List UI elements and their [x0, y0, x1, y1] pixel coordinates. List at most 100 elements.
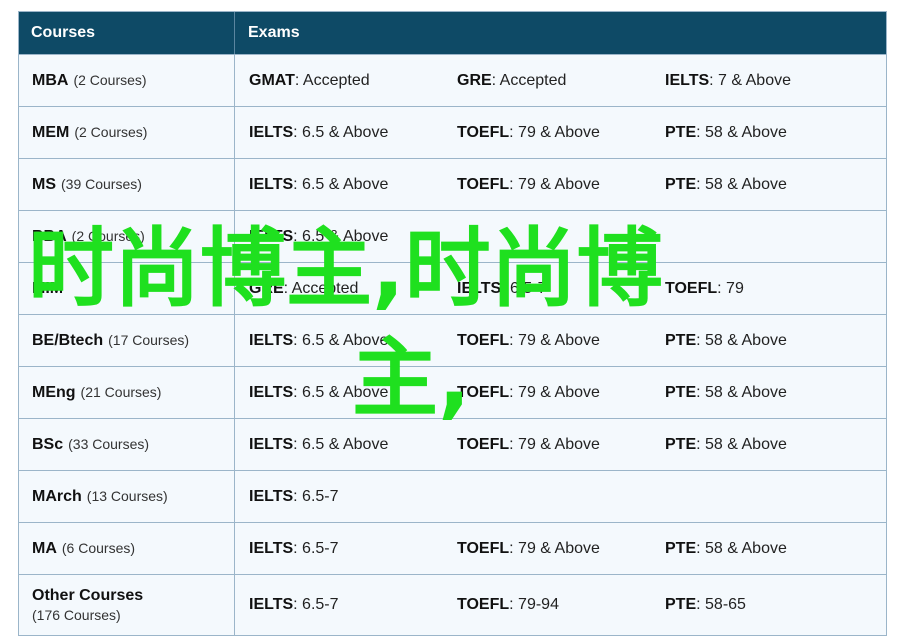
table-row: MEM (2 Courses) IELTS: 6.5 & Above TOEFL: 7… [19, 106, 886, 158]
exams-cell: IELTS: 6.5-7 [235, 471, 886, 522]
course-name[interactable]: BSc [32, 436, 63, 453]
exam-requirement: TOEFL: 79 & Above [457, 384, 665, 402]
exam-name: IELTS [665, 71, 710, 89]
course-name[interactable]: MIM [32, 280, 63, 297]
exam-name: IELTS [249, 487, 294, 505]
exam-requirement: GRE: Accepted [457, 72, 665, 90]
course-name[interactable]: MArch [32, 488, 82, 505]
exam-score: : 58 & Above [696, 175, 787, 193]
exam-requirement: IELTS: 6.5 & Above [249, 228, 457, 246]
course-count: (33 Courses) [68, 435, 150, 452]
table-row: Other Courses (176 Courses) IELTS: 6.5-7 TO… [19, 574, 886, 635]
exam-name: PTE [665, 175, 697, 193]
exams-cell: GMAT: Accepted GRE: Accepted IELTS: 7 & Ab… [235, 55, 886, 106]
exam-score: : 6.5 & Above [293, 227, 389, 245]
exam-score: : 58 & Above [696, 123, 787, 141]
table-row: MBA (2 Courses) GMAT: Accepted GRE: Accepte… [19, 54, 886, 106]
exam-score: : 6.5-7 [293, 596, 339, 613]
course-count: (2 Courses) [71, 227, 145, 244]
course-cell: MA (6 Courses) [19, 523, 235, 574]
table-row: BBA (2 Courses) IELTS: 6.5 & Above [19, 210, 886, 262]
exam-requirement: IELTS: 6.5-7 [249, 488, 457, 506]
exam-requirement: PTE: 58 & Above [665, 124, 873, 142]
exam-requirement: IELTS: 6.5-7 [249, 540, 457, 558]
course-cell: MArch (13 Courses) [19, 471, 235, 522]
exam-score: : 7 & Above [709, 71, 791, 89]
exam-score: : 58-65 [696, 596, 746, 613]
exams-cell: IELTS: 6.5-7 TOEFL: 79-94 PTE: 58-65 [235, 575, 886, 635]
exam-requirement: TOEFL: 79 [665, 280, 873, 298]
exam-score: : 6.5-7 [501, 279, 547, 297]
exam-requirement: PTE: 58 & Above [665, 176, 873, 194]
course-name[interactable]: Other Courses [32, 587, 143, 604]
exam-requirement: PTE: 58 & Above [665, 384, 873, 402]
exam-name: PTE [665, 383, 697, 401]
course-count: (2 Courses) [74, 123, 148, 140]
course-name[interactable]: BE/Btech [32, 332, 103, 349]
exam-name: IELTS [249, 596, 294, 613]
exam-score: : 79 [717, 279, 744, 297]
exam-requirement: GMAT: Accepted [249, 72, 457, 90]
exam-score: : 6.5 & Above [293, 123, 389, 141]
exam-score: : 79 & Above [509, 331, 600, 349]
table-body: MBA (2 Courses) GMAT: Accepted GRE: Accepte… [19, 54, 886, 635]
course-cell: MBA (2 Courses) [19, 55, 235, 106]
course-count: (13 Courses) [86, 487, 168, 504]
course-name[interactable]: MS [32, 176, 56, 193]
exams-cell: IELTS: 6.5 & Above TOEFL: 79 & Above PTE: … [235, 315, 886, 366]
course-count: (2 Courses) [73, 71, 147, 88]
exam-name: PTE [665, 123, 697, 141]
exam-score: : 6.5-7 [293, 487, 339, 505]
course-count: (39 Courses) [61, 175, 142, 192]
exam-score: : 6.5-7 [293, 539, 339, 557]
exam-name: PTE [665, 596, 697, 613]
exam-score: : 79 & Above [509, 383, 600, 401]
table-row: BE/Btech (17 Courses) IELTS: 6.5 & Above TO… [19, 314, 886, 366]
course-cell: MEM (2 Courses) [19, 107, 235, 158]
exam-name: TOEFL [457, 383, 510, 401]
course-cell: BE/Btech (17 Courses) [19, 315, 235, 366]
exam-requirement: IELTS: 6.5-7 [249, 596, 457, 614]
exam-name: GMAT [249, 71, 295, 89]
course-name[interactable]: MBA [32, 72, 68, 89]
course-name[interactable]: MA [32, 540, 57, 557]
exam-name: TOEFL [457, 123, 510, 141]
exam-name: IELTS [249, 175, 294, 193]
exam-score: : 79 & Above [509, 175, 600, 193]
course-cell: Other Courses (176 Courses) [19, 575, 235, 635]
course-name[interactable]: BBA [32, 228, 67, 245]
exam-name: IELTS [249, 123, 294, 141]
exam-score: : 58 & Above [696, 435, 787, 453]
table-row: MArch (13 Courses) IELTS: 6.5-7 [19, 470, 886, 522]
exam-score: : 79 & Above [509, 539, 600, 557]
exam-requirement: TOEFL: 79 & Above [457, 124, 665, 142]
exams-cell: IELTS: 6.5 & Above TOEFL: 79 & Above PTE: … [235, 107, 886, 158]
exams-cell: IELTS: 6.5 & Above TOEFL: 79 & Above PTE: … [235, 419, 886, 470]
exam-requirement: PTE: 58 & Above [665, 332, 873, 350]
exam-name: TOEFL [457, 596, 510, 613]
exam-requirement: TOEFL: 79 & Above [457, 176, 665, 194]
exam-requirement: GRE: Accepted [249, 280, 457, 298]
exam-name: TOEFL [457, 175, 510, 193]
course-cell: MIM [19, 263, 235, 314]
exam-requirement: TOEFL: 79 & Above [457, 332, 665, 350]
exam-requirement: TOEFL: 79 & Above [457, 540, 665, 558]
exam-requirement: IELTS: 6.5 & Above [249, 332, 457, 350]
exam-name: IELTS [249, 227, 294, 245]
exam-requirement: IELTS: 6.5 & Above [249, 384, 457, 402]
exam-score: : 6.5 & Above [293, 383, 389, 401]
exams-cell: IELTS: 6.5 & Above TOEFL: 79 & Above PTE: … [235, 367, 886, 418]
exam-score: : Accepted [294, 71, 370, 89]
exam-score: : 6.5 & Above [293, 331, 389, 349]
exam-requirement: IELTS: 7 & Above [665, 72, 873, 90]
course-exam-table: Courses Exams MBA (2 Courses) GMAT: Accept… [18, 11, 887, 636]
exam-name: TOEFL [457, 435, 510, 453]
course-count: (17 Courses) [108, 331, 190, 348]
course-name[interactable]: MEng [32, 384, 76, 401]
exam-name: IELTS [249, 435, 294, 453]
exam-name: PTE [665, 539, 697, 557]
exams-cell: GRE: Accepted IELTS: 6.5-7 TOEFL: 79 [235, 263, 886, 314]
course-name[interactable]: MEM [32, 124, 69, 141]
exam-score: : 58 & Above [696, 331, 787, 349]
header-exams: Exams [248, 24, 300, 41]
